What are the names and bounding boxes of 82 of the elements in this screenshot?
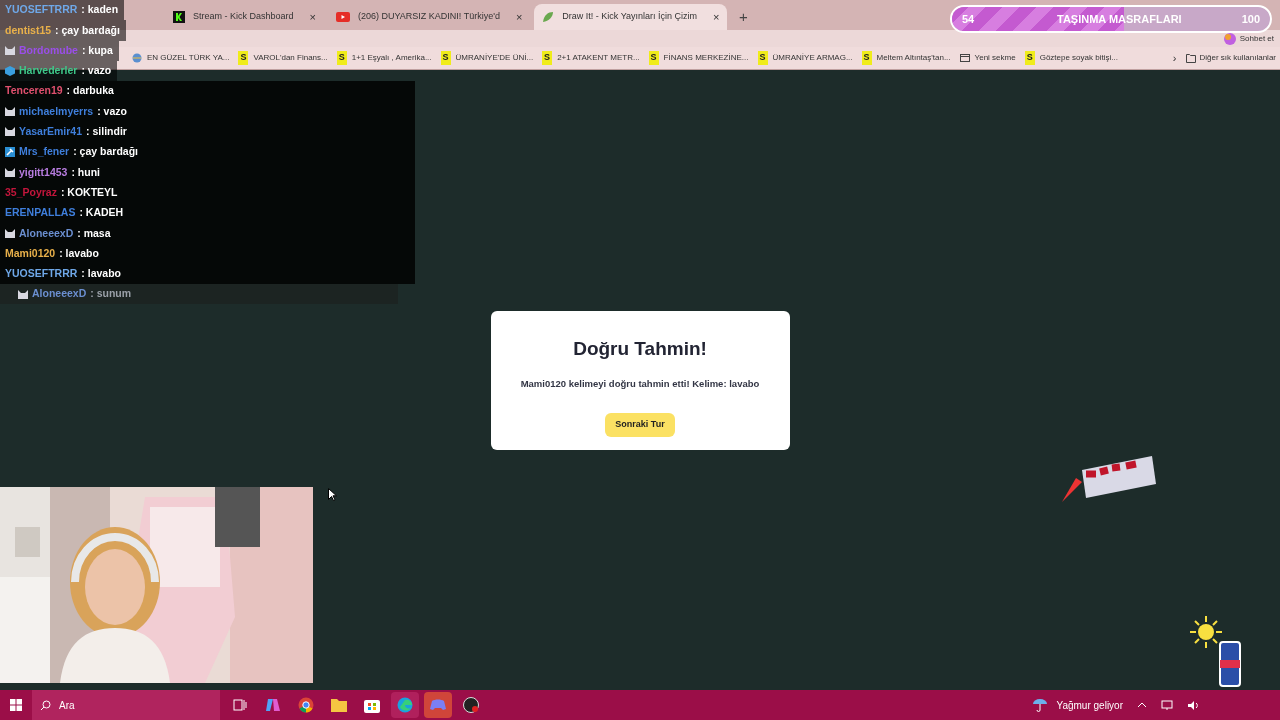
chat-text: : KOKTEYL bbox=[60, 184, 118, 200]
chat-username: AloneeexD bbox=[19, 225, 74, 241]
bookmark-item[interactable]: EN GÜZEL TÜRK YA... bbox=[132, 52, 230, 64]
browser-tab[interactable]: Stream - Kick Dashboard × bbox=[165, 4, 324, 30]
chat-text: : lavabo bbox=[59, 245, 99, 261]
favicon: S bbox=[238, 51, 249, 65]
chat-username: dentist15 bbox=[5, 22, 52, 38]
other-bookmarks[interactable]: Diğer sık kullanılanlar bbox=[1185, 52, 1276, 64]
copilot-label[interactable]: Sohbet et bbox=[1239, 32, 1274, 45]
bookmark-item[interactable]: Yeni sekme bbox=[959, 52, 1016, 64]
bookmark-item[interactable]: S Meltem Altıntaş'tan... bbox=[861, 51, 951, 65]
chat-username: yigitt1453 bbox=[19, 164, 68, 180]
close-icon[interactable]: × bbox=[515, 8, 523, 26]
favicon: S bbox=[861, 51, 872, 65]
favicon: S bbox=[757, 51, 768, 65]
umbrella-icon bbox=[1032, 698, 1049, 712]
dialog-message: Mami0120 kelimeyi doğru tahmin etti! Kelime: lavabo bbox=[520, 377, 760, 391]
close-icon[interactable]: × bbox=[309, 8, 316, 26]
chat-text: : huni bbox=[71, 164, 101, 180]
weather-widget[interactable]: Yağmur geliyor bbox=[1032, 697, 1123, 713]
chat-username: Tenceren19 bbox=[5, 83, 63, 99]
favicon: S bbox=[1024, 51, 1035, 65]
cat-badge-icon bbox=[5, 168, 15, 177]
video-play-icon bbox=[336, 12, 350, 22]
favicon: S bbox=[336, 51, 347, 65]
chat-username: ERENPALLAS bbox=[5, 205, 76, 221]
browser-tab[interactable]: (206) DUYARSIZ KADINI! Türkiye'd × bbox=[328, 4, 531, 30]
bookmark-item[interactable]: S VAROL'dan Finans... bbox=[238, 51, 328, 65]
chat-username: Harvederler bbox=[19, 63, 78, 79]
chat-text: : vazo bbox=[81, 63, 112, 79]
bookmark-item[interactable]: S FİNANS MERKEZİNE... bbox=[648, 51, 749, 65]
dialog-title: Doğru Tahmin! bbox=[573, 336, 707, 361]
chat-text: : KADEH bbox=[79, 205, 124, 221]
close-icon[interactable]: × bbox=[713, 8, 720, 26]
goal-end: 100 bbox=[1241, 11, 1260, 27]
globe-icon bbox=[132, 53, 142, 63]
favicon: S bbox=[440, 51, 451, 65]
speaker-icon[interactable] bbox=[1187, 699, 1200, 711]
chat-text: : lavabo bbox=[81, 266, 122, 282]
chat-username: michaelmyerrs bbox=[19, 103, 94, 119]
chat-text: : masa bbox=[77, 225, 111, 241]
leaf-icon bbox=[542, 11, 555, 23]
chat-text: : vazo bbox=[97, 103, 127, 119]
chat-username: YUOSEFTRRR bbox=[5, 2, 78, 18]
bookmark-item[interactable]: S Göztepe soyak bitişi... bbox=[1024, 51, 1118, 65]
chat-text: : darbuka bbox=[66, 83, 114, 99]
chat-username: YasarEmir41 bbox=[19, 124, 83, 140]
more-bookmarks-button[interactable]: › bbox=[1172, 49, 1177, 67]
page-icon bbox=[959, 53, 970, 63]
windows-logo-icon bbox=[10, 699, 22, 711]
bookmark-item[interactable]: S ÜMRANİYE ARMAG... bbox=[757, 51, 853, 65]
goal-start: 54 bbox=[962, 11, 975, 27]
cat-badge-icon bbox=[18, 289, 28, 299]
next-round-button[interactable]: Sonraki Tur bbox=[605, 413, 675, 437]
chat-username: YUOSEFTRRR bbox=[5, 266, 78, 282]
chat-text: : çay bardağı bbox=[55, 22, 120, 38]
new-tab-button[interactable]: + bbox=[731, 4, 756, 30]
chat-username: AloneeexD bbox=[32, 286, 87, 302]
favicon: S bbox=[542, 51, 553, 65]
bookmark-item[interactable]: S 2+1 ATAKENT METR... bbox=[542, 51, 640, 65]
bookmark-item[interactable]: S 1+1 Eşyalı , Amerika... bbox=[336, 51, 432, 65]
folder-icon bbox=[1185, 53, 1196, 63]
chat-username: Mami0120 bbox=[5, 245, 56, 261]
taskbar-search-field[interactable]: Ara bbox=[32, 690, 220, 720]
cursor-icon bbox=[328, 488, 337, 501]
chat-username: Mrs_fener bbox=[19, 144, 70, 160]
chat-text: : sunum bbox=[90, 286, 132, 302]
chat-username: 35_Poyraz bbox=[5, 184, 57, 200]
cat-badge-icon bbox=[5, 228, 15, 238]
hammer-badge-icon bbox=[5, 147, 15, 158]
chat-text: : silindir bbox=[86, 124, 127, 140]
cube-badge-icon bbox=[5, 66, 15, 77]
chat-text: : kaden bbox=[81, 2, 119, 18]
chat-username: Bordomube bbox=[19, 42, 78, 58]
chat-text: : çay bardağı bbox=[73, 144, 138, 160]
chevron-up-icon[interactable] bbox=[1137, 702, 1147, 708]
favicon: S bbox=[648, 51, 659, 65]
network-icon[interactable] bbox=[1161, 699, 1173, 711]
bookmark-item[interactable]: S ÜMRANİYE'DE ÜNİ... bbox=[440, 51, 534, 65]
chat-text: : kupa bbox=[81, 42, 113, 58]
search-icon bbox=[40, 699, 51, 711]
browser-tab[interactable]: Draw It! - Kick Yayınları İçin Çizim × bbox=[534, 4, 728, 30]
